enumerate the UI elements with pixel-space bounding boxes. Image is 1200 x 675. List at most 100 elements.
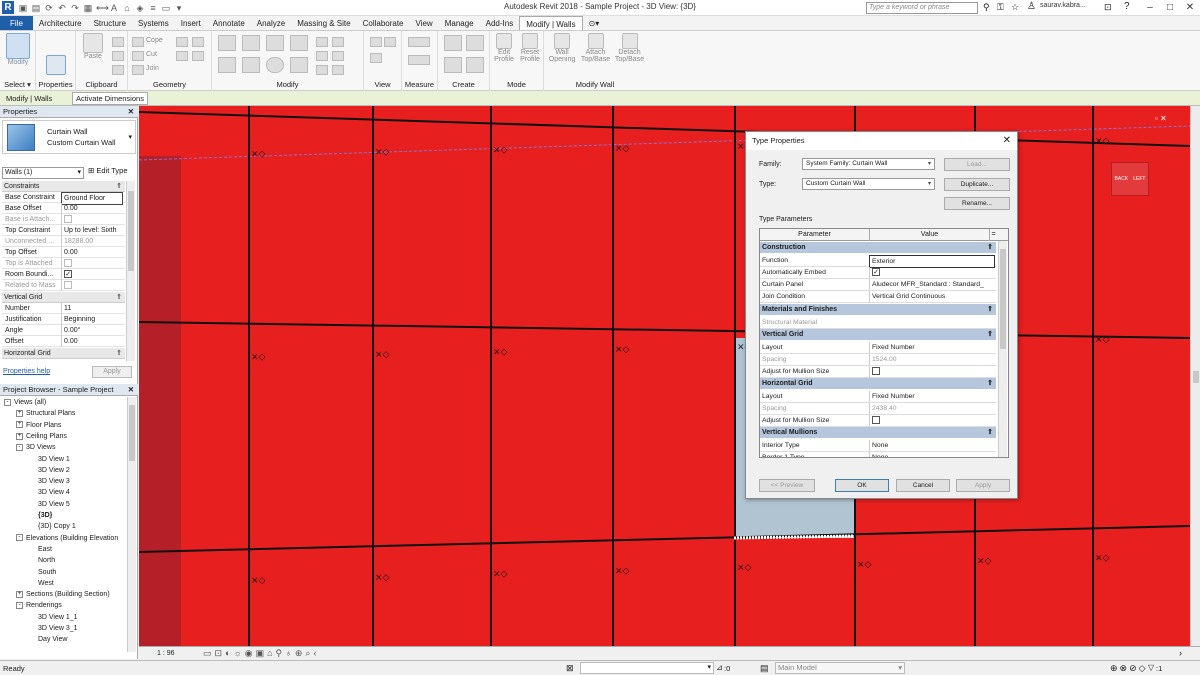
browser-scrollbar[interactable]	[127, 397, 136, 652]
section-constraints[interactable]: Constraints ⇑	[2, 181, 125, 192]
wall-opening-button[interactable]: Wall Opening	[546, 33, 578, 63]
tab-insert[interactable]: Insert	[175, 16, 207, 30]
properties-help-link[interactable]: Properties help	[3, 368, 50, 375]
match-icon[interactable]	[112, 65, 124, 75]
exchange-icon[interactable]: ☆	[1011, 2, 1019, 13]
close-icon[interactable]: ✕	[128, 384, 134, 396]
attach-button[interactable]: Attach Top/Base	[579, 33, 612, 63]
grid-section[interactable]: Horizontal Grid ⇑	[760, 378, 996, 389]
close-icon[interactable]: ✕	[128, 106, 134, 118]
cut-geometry-button[interactable]: Cut	[146, 51, 157, 58]
modify-button[interactable]: Modify	[4, 33, 32, 66]
collapse-section-icon[interactable]: ⇑	[987, 378, 993, 389]
dimension-icon[interactable]	[408, 55, 430, 65]
tree-item[interactable]: - Renderings	[16, 600, 62, 611]
design-options-icon[interactable]: ▤	[760, 663, 769, 674]
family-select[interactable]: System Family: Curtain Wall ▾	[802, 158, 935, 170]
split-icon[interactable]	[316, 37, 328, 47]
minimize-button[interactable]: –	[1140, 1, 1160, 15]
prop-row[interactable]: Number 11	[2, 303, 125, 314]
grid-scrollbar[interactable]	[998, 241, 1007, 457]
filter-icon[interactable]: ▽	[1148, 663, 1154, 672]
scale-icon[interactable]	[316, 51, 328, 61]
grid-section[interactable]: Construction ⇑	[760, 242, 996, 253]
wall-joins-icon[interactable]	[176, 37, 188, 47]
checkbox[interactable]	[872, 367, 880, 376]
expand-icon[interactable]: +	[16, 590, 23, 598]
tab-structure[interactable]: Structure	[88, 16, 132, 30]
grid-section[interactable]: Vertical Grid ⇑	[760, 329, 996, 340]
tab-architecture[interactable]: Architecture	[33, 16, 88, 30]
tab-options-icon[interactable]: ⊙▾	[583, 16, 606, 30]
param-row[interactable]: Function Exterior	[760, 255, 996, 268]
viewport-vscroll[interactable]	[1190, 106, 1200, 646]
edit-type-button[interactable]: ⊞ Edit Type	[88, 166, 128, 175]
properties-button[interactable]	[42, 55, 70, 75]
dialog-apply-button[interactable]: Apply	[956, 479, 1010, 492]
tree-item[interactable]: 3D View 2	[28, 465, 70, 476]
binoculars-icon[interactable]: ⚲	[983, 2, 990, 13]
copy-icon[interactable]	[112, 51, 124, 61]
subscription-icon[interactable]: ⚿	[997, 2, 1004, 13]
param-row[interactable]: Adjust for Mullion Size	[760, 415, 996, 427]
tree-item[interactable]: 3D View 3_1	[28, 623, 78, 634]
apply-button[interactable]: Apply	[92, 366, 132, 378]
detach-button[interactable]: Detach Top/Base	[613, 33, 646, 63]
split-face-icon[interactable]	[192, 37, 204, 47]
reset-profile-button[interactable]: Reset Profile	[517, 33, 543, 63]
preview-button[interactable]: << Preview	[759, 479, 815, 492]
collapse-section-icon[interactable]: ⇑	[987, 427, 993, 438]
param-row[interactable]: Join Condition Vertical Grid Continuous	[760, 291, 996, 303]
prop-row[interactable]: Base Offset 0.00	[2, 203, 125, 214]
cancel-button[interactable]: Cancel	[896, 479, 950, 492]
tree-item[interactable]: 3D View 1_1	[28, 612, 78, 623]
demolish-icon[interactable]	[192, 51, 204, 61]
grid-section[interactable]: Vertical Mullions ⇑	[760, 427, 996, 438]
param-row[interactable]: Adjust for Mullion Size	[760, 366, 996, 378]
collapse-icon[interactable]: -	[16, 602, 23, 610]
selection-filter-icons[interactable]: ⊕⊗⊘◇	[1110, 663, 1148, 674]
tree-item[interactable]: West	[28, 578, 54, 589]
expand-icon[interactable]: +	[16, 409, 23, 417]
tree-item[interactable]: + Structural Plans	[16, 408, 75, 419]
scroll-right-icon[interactable]: ›	[1179, 648, 1182, 658]
tree-item[interactable]: North	[28, 555, 55, 566]
tab-systems[interactable]: Systems	[132, 16, 175, 30]
prop-row[interactable]: Base Constraint Ground Floor	[2, 192, 125, 205]
section-vertical-grid[interactable]: Vertical Grid ⇑	[2, 292, 125, 303]
workset-select[interactable]: ▾	[580, 662, 714, 674]
tree-item[interactable]: 3D View 1	[28, 454, 70, 465]
close-icon[interactable]: ✕	[1003, 132, 1011, 150]
tab-analyze[interactable]: Analyze	[251, 16, 291, 30]
view-control-icons[interactable]: ▭⊡◐☼◉▣⌂⚲♁⊕⌕‹	[203, 648, 319, 659]
param-row[interactable]: Curtain Panel Aludecor MFR_Standard : Sta…	[760, 279, 996, 291]
tree-item[interactable]: East	[28, 544, 52, 555]
checkbox[interactable]: ✓	[872, 268, 880, 277]
tab-collaborate[interactable]: Collaborate	[357, 16, 410, 30]
tree-item[interactable]: Day View	[28, 634, 67, 645]
collapse-section-icon[interactable]: ⇑	[987, 242, 993, 253]
load-button[interactable]: Load...	[944, 158, 1010, 171]
tree-item[interactable]: + Floor Plans	[16, 420, 61, 431]
prop-row[interactable]: Justification Beginning	[2, 314, 125, 325]
param-row[interactable]: Layout Fixed Number	[760, 391, 996, 403]
cart-icon[interactable]: ⊡	[1104, 2, 1112, 13]
design-option-select[interactable]: Main Model ▾	[775, 662, 905, 674]
unpin-icon[interactable]	[316, 65, 328, 75]
3d-viewport[interactable]: ⨯◇⨯◇⨯◇⨯◇⨯◇⨯◇⨯◇⨯◇⨯◇⨯◇⨯◇⨯◇⨯◇⨯◇⨯◇⨯◇⨯◇⨯◇⨯◇⨯◇…	[139, 106, 1200, 646]
tree-item[interactable]: 3D View 3	[28, 476, 70, 487]
mirror-axis-icon[interactable]	[266, 35, 284, 51]
tree-item[interactable]: South	[28, 567, 56, 578]
copy-element-icon[interactable]	[242, 57, 260, 73]
create-similar-icon[interactable]	[466, 57, 484, 73]
grid-section[interactable]: Materials and Finishes ⇑	[760, 304, 996, 315]
rename-button[interactable]: Rename...	[944, 197, 1010, 210]
create-assembly-icon[interactable]	[444, 35, 462, 51]
expand-icon[interactable]: +	[16, 432, 23, 440]
edit-profile-button[interactable]: Edit Profile	[492, 33, 516, 63]
user-name[interactable]: saurav.kabra...	[1040, 2, 1086, 9]
trim-icon[interactable]	[290, 57, 308, 73]
collapse-icon[interactable]: -	[16, 534, 23, 542]
tab-add-ins[interactable]: Add-Ins	[480, 16, 520, 30]
linework-icon[interactable]	[370, 53, 382, 63]
